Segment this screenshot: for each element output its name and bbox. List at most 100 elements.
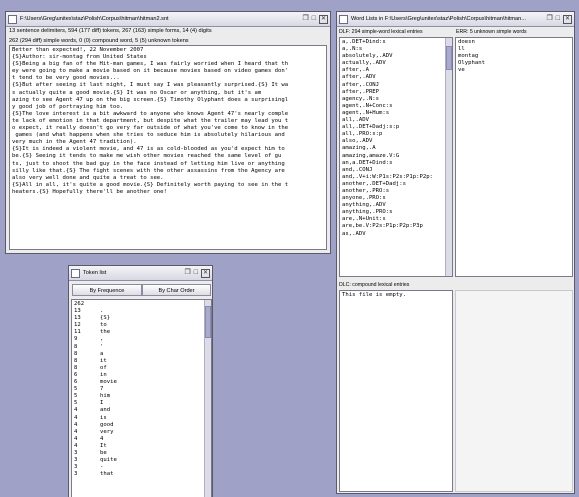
text-line: silly like that.{S} The fight scenes wit… [12, 167, 285, 174]
dlf-entry: an,a.DET+Dind:s [342, 159, 393, 166]
token-text: I [100, 400, 104, 407]
dlf-entry: amazing,amaze.V:G [342, 152, 400, 159]
close-icon[interactable]: ✕ [563, 14, 572, 24]
dlf-entry: after,.ADV [342, 74, 376, 81]
token-row[interactable]: 4 It [74, 443, 203, 450]
token-scrollbar[interactable] [204, 300, 211, 497]
token-count: 6 [74, 371, 78, 378]
word-lists-titlebar[interactable]: Word Lists in F:\Users\Greg\unitex\staz\… [337, 12, 574, 27]
token-row[interactable]: 57 [74, 386, 203, 393]
token-count: 12 [74, 322, 81, 329]
restore-icon[interactable]: ❐ [302, 15, 308, 24]
token-text: very [100, 428, 114, 435]
token-row[interactable]: 13. [74, 308, 203, 315]
token-row[interactable]: 6 in [74, 372, 203, 379]
token-row[interactable]: 4 and [74, 407, 203, 414]
token-row[interactable]: 5I [74, 400, 203, 407]
dlc-header: DLC: compound lexical entries [339, 282, 410, 288]
maximize-icon[interactable]: □ [194, 269, 198, 278]
text-line: also very well done and quite a treat to… [12, 174, 164, 181]
text-window-titlebar[interactable]: F:\Users\Greg\unitex\staz\Polish\Corpus\… [6, 12, 330, 27]
token-list-title: Token list [83, 270, 107, 276]
text-line: ey were going to make a movie based on i… [12, 68, 289, 75]
token-row[interactable]: 4 very [74, 429, 203, 436]
dlf-entry: anything,.PRO:s [342, 209, 393, 216]
token-row[interactable]: 9, [74, 336, 203, 343]
dlf-header: DLF: 294 simple-word lexical entries [339, 29, 423, 35]
maximize-icon[interactable]: □ [556, 15, 560, 24]
token-text: , [100, 336, 104, 343]
token-row[interactable]: 4 is [74, 415, 203, 422]
token-row[interactable]: 8 ' [74, 344, 203, 351]
dlc-area[interactable]: This file is empty. [339, 290, 453, 492]
dlf-entry: all,.DET+Dadj:s:p [342, 124, 400, 131]
token-count: 8 [74, 343, 78, 350]
token-row[interactable]: 3 be [74, 450, 203, 457]
text-line: {S}All in all, it's quite a good movie.{… [12, 181, 289, 188]
by-frequence-button[interactable]: By Frequence [72, 284, 142, 296]
err-header: ERR: 5 unknown simple words [456, 29, 527, 35]
token-row[interactable]: 11 the [74, 329, 203, 336]
err-entry: Olyphant [458, 60, 485, 67]
token-text: ' [100, 343, 104, 350]
token-text: a [100, 350, 104, 357]
token-text: and [100, 407, 111, 414]
dlf-list[interactable]: a,.DET+Dind:s a,.N:s absolutely,.ADV actual… [339, 37, 453, 277]
token-total: 262 [74, 301, 85, 307]
token-row[interactable]: 44 [74, 436, 203, 443]
by-char-order-button[interactable]: By Char Order [142, 284, 211, 296]
token-row[interactable]: 6 movie [74, 379, 203, 386]
token-row[interactable]: 12 to [74, 322, 203, 329]
token-count: 4 [74, 407, 78, 414]
token-text: movie [100, 379, 117, 386]
close-icon[interactable]: ✕ [201, 268, 210, 278]
text-line: {S}Being a big fan of the Hit-man games,… [12, 61, 289, 68]
token-count: 8 [74, 350, 78, 357]
token-list[interactable]: 262 13. 13 {S} 12 to 11 the 9, 8 ' 8 a 8 it 8 of 6 in 6 mov… [71, 299, 212, 497]
token-row[interactable]: 4 good [74, 422, 203, 429]
dlf-entry: are,be.V:P2s:P1p:P2p:P3p [342, 223, 423, 230]
text-line: Better than expected!, 22 November 2007 [12, 47, 144, 53]
token-text: good [100, 421, 114, 428]
dlf-entry: and,.V+i:W:P1s:P2s:P1p:P2p: [342, 173, 433, 180]
text-line: {S}Author: sir-montag from United States [12, 54, 147, 61]
token-row[interactable]: 3 that [74, 471, 203, 478]
maximize-icon[interactable]: □ [312, 15, 316, 24]
token-count: 8 [74, 364, 78, 371]
text-line: s actually quite a good movie.{S} It was… [12, 89, 262, 96]
token-text: - [100, 464, 104, 471]
token-text: him [100, 393, 111, 400]
close-icon[interactable]: ✕ [319, 14, 328, 24]
dlf-entry: anything,.ADV [342, 202, 386, 209]
text-line: azing to see Agent 47 up on the big scre… [12, 96, 289, 103]
token-row[interactable]: 8 of [74, 365, 203, 372]
dlf-entry: after,.A [342, 67, 369, 74]
token-count: 9 [74, 336, 78, 343]
corpus-text-area[interactable]: Better than expected!, 22 November 2007{… [9, 45, 327, 250]
restore-icon[interactable]: ❐ [184, 269, 190, 278]
token-row[interactable]: 8a [74, 351, 203, 358]
dlf-scrollbar[interactable] [445, 38, 452, 276]
dlf-entry: all,.PRO:s:p [342, 131, 383, 138]
token-count: 5 [74, 393, 78, 400]
token-row[interactable]: 8 it [74, 358, 203, 365]
word-lists-window: Word Lists in F:\Users\Greg\unitex\staz\… [336, 11, 575, 494]
token-row[interactable]: 3 quite [74, 457, 203, 464]
token-count: 4 [74, 414, 78, 421]
token-row[interactable]: 13 {S} [74, 315, 203, 322]
dlf-entry: and,.CONJ [342, 166, 373, 173]
dlc-empty-text: This file is empty. [342, 292, 406, 298]
text-line: y good job of portraying him too. [12, 103, 124, 110]
token-count: 13 [74, 308, 81, 315]
token-row[interactable]: 3- [74, 464, 203, 471]
text-window-title: F:\Users\Greg\unitex\staz\Polish\Corpus\… [20, 16, 169, 22]
err-list[interactable]: doesn ll montag Olyphant ve [455, 37, 573, 277]
token-count: 3 [74, 464, 78, 471]
dlf-entry: after,.PREP [342, 88, 380, 95]
token-text: quite [100, 457, 117, 464]
token-text: of [100, 364, 107, 371]
token-text: be [100, 449, 107, 456]
token-row[interactable]: 5 him [74, 393, 203, 400]
token-list-titlebar[interactable]: Token list ❐ □ ✕ [69, 266, 212, 281]
restore-icon[interactable]: ❐ [546, 15, 552, 24]
